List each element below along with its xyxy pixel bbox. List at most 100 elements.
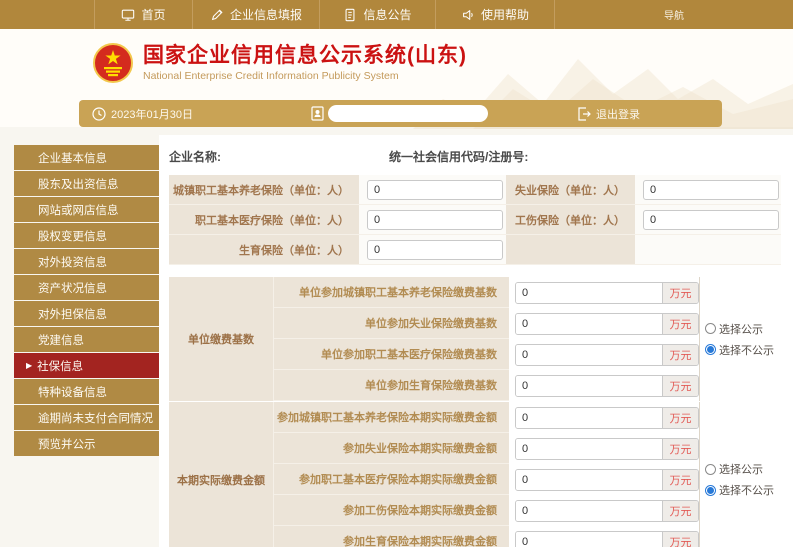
nav-item-report[interactable]: 企业信息填报 [192, 0, 319, 29]
base-medical-input[interactable] [516, 345, 662, 365]
pension-count-input[interactable] [367, 180, 503, 200]
actual-pension-cell: 万元 [509, 402, 699, 433]
monitor-icon [121, 8, 135, 22]
radio-label: 选择不公示 [719, 482, 774, 498]
active-arrow-icon: ▶ [26, 361, 32, 370]
company-info-row: 企业名称: 统一社会信用代码/注册号: [169, 143, 785, 169]
injury-count-cell [635, 205, 781, 235]
sidebar-item-equity-change[interactable]: 股权变更信息 [14, 223, 159, 248]
sidebar-item-overdue-contracts[interactable]: 逾期尚未支付合同情况 [14, 405, 159, 430]
nav-right-label: 导航 [664, 7, 684, 22]
pension-count-label: 城镇职工基本养老保险（单位：人） [169, 175, 359, 205]
site-header: 国家企业信用信息公示系统(山东) National Enterprise Cre… [0, 29, 793, 97]
actual-unemployment-cell: 万元 [509, 433, 699, 464]
logged-in-company-pill [328, 105, 488, 122]
sidebar-item-basic-info[interactable]: 企业基本信息 [14, 145, 159, 170]
unit-wanyuan: 万元 [662, 408, 698, 428]
base-pension-cell: 万元 [509, 277, 699, 308]
actual-maternity-cell: 万元 [509, 526, 699, 547]
unit-wanyuan: 万元 [662, 501, 698, 521]
insured-counts-table: 城镇职工基本养老保险（单位：人） 失业保险（单位：人） 职工基本医疗保险（单位：… [169, 175, 781, 265]
id-badge-icon [311, 106, 324, 121]
sidebar-item-label: 预览并公示 [38, 436, 96, 452]
nav-right-navigation[interactable]: 导航 [554, 0, 793, 29]
sidebar-item-shareholders[interactable]: 股东及出资信息 [14, 171, 159, 196]
main-panel: 企业名称: 统一社会信用代码/注册号: 城镇职工基本养老保险（单位：人） 失业保… [159, 135, 793, 547]
actual-medical-label: 参加职工基本医疗保险本期实际缴费金额 [274, 464, 509, 495]
logout-label: 退出登录 [596, 106, 640, 122]
sidebar-item-investment[interactable]: 对外投资信息 [14, 249, 159, 274]
sidebar-item-party-building[interactable]: 党建信息 [14, 327, 159, 352]
radio-unchecked-icon[interactable] [705, 323, 716, 334]
logout-button[interactable]: 退出登录 [577, 106, 640, 122]
radio-option-show[interactable]: 选择公示 [705, 461, 781, 477]
sidebar-item-label: 党建信息 [38, 332, 84, 348]
speaker-icon [461, 8, 475, 22]
base-maternity-cell: 万元 [509, 370, 699, 401]
actual-pension-input[interactable] [516, 408, 662, 428]
nav-item-bulletin[interactable]: 信息公告 [319, 0, 435, 29]
nav-item-label: 信息公告 [363, 6, 411, 23]
actual-injury-input[interactable] [516, 501, 662, 521]
unit-wanyuan: 万元 [662, 314, 698, 334]
pension-count-cell [359, 175, 506, 205]
actual-maternity-label: 参加生育保险本期实际缴费金额 [274, 526, 509, 547]
bulletin-icon [343, 8, 357, 22]
sidebar: 企业基本信息 股东及出资信息 网站或网店信息 股权变更信息 对外投资信息 资产状… [0, 135, 159, 547]
base-unemployment-input[interactable] [516, 314, 662, 334]
sidebar-item-assets[interactable]: 资产状况信息 [14, 275, 159, 300]
actual-medical-input[interactable] [516, 470, 662, 490]
sidebar-item-website[interactable]: 网站或网店信息 [14, 197, 159, 222]
unemployment-count-cell [635, 175, 781, 205]
current-date: 2023年01月30日 [111, 106, 193, 122]
radio-unchecked-icon[interactable] [705, 464, 716, 475]
radio-option-show[interactable]: 选择公示 [705, 321, 781, 337]
radio-option-hide[interactable]: 选择不公示 [705, 482, 781, 498]
sidebar-item-label: 逾期尚未支付合同情况 [38, 410, 153, 426]
sidebar-item-special-equipment[interactable]: 特种设备信息 [14, 379, 159, 404]
sidebar-item-social-insurance[interactable]: ▶ 社保信息 [14, 353, 159, 378]
nav-item-home[interactable]: 首页 [94, 0, 192, 29]
content: 企业基本信息 股东及出资信息 网站或网店信息 股权变更信息 对外投资信息 资产状… [0, 135, 793, 547]
medical-count-input[interactable] [367, 210, 503, 230]
actual-medical-cell: 万元 [509, 464, 699, 495]
credit-code-label: 统一社会信用代码/注册号: [389, 148, 528, 165]
radio-label: 选择公示 [719, 321, 763, 337]
actual-payment-publicity-group: 选择公示 选择不公示 [699, 402, 781, 547]
injury-count-input[interactable] [643, 210, 779, 230]
base-maternity-input[interactable] [516, 376, 662, 396]
maternity-count-cell [359, 235, 506, 265]
radio-label: 选择公示 [719, 461, 763, 477]
radio-checked-icon[interactable] [705, 485, 716, 496]
sidebar-item-preview-publish[interactable]: 预览并公示 [14, 431, 159, 456]
maternity-count-input[interactable] [367, 240, 503, 260]
company-name-label: 企业名称: [169, 148, 221, 165]
actual-payment-group-label: 本期实际缴费金额 [169, 402, 274, 547]
base-medical-cell: 万元 [509, 339, 699, 370]
sidebar-item-label: 特种设备信息 [38, 384, 107, 400]
sidebar-item-label: 网站或网店信息 [38, 202, 119, 218]
nav-item-label: 使用帮助 [481, 6, 529, 23]
sidebar-item-guarantee[interactable]: 对外担保信息 [14, 301, 159, 326]
sidebar-item-label: 股东及出资信息 [38, 176, 119, 192]
date-bar: 2023年01月30日 退出登录 [79, 100, 722, 127]
payment-base-group-label: 单位缴费基数 [169, 277, 274, 401]
actual-maternity-input[interactable] [516, 532, 662, 547]
unit-wanyuan: 万元 [662, 439, 698, 459]
radio-option-hide[interactable]: 选择不公示 [705, 342, 781, 358]
nav-item-help[interactable]: 使用帮助 [435, 0, 554, 29]
unit-wanyuan: 万元 [662, 376, 698, 396]
actual-unemployment-input[interactable] [516, 439, 662, 459]
site-title: 国家企业信用信息公示系统(山东) [143, 44, 467, 68]
medical-count-cell [359, 205, 506, 235]
base-pension-input[interactable] [516, 283, 662, 303]
unemployment-count-input[interactable] [643, 180, 779, 200]
sidebar-item-label: 对外担保信息 [38, 306, 107, 322]
nav-spacer [0, 0, 94, 29]
radio-checked-icon[interactable] [705, 344, 716, 355]
actual-injury-cell: 万元 [509, 495, 699, 526]
nav-item-label: 企业信息填报 [230, 6, 302, 23]
payment-base-publicity-group: 选择公示 选择不公示 [699, 277, 781, 401]
unemployment-count-label: 失业保险（单位：人） [506, 175, 635, 205]
unit-wanyuan: 万元 [662, 532, 698, 547]
